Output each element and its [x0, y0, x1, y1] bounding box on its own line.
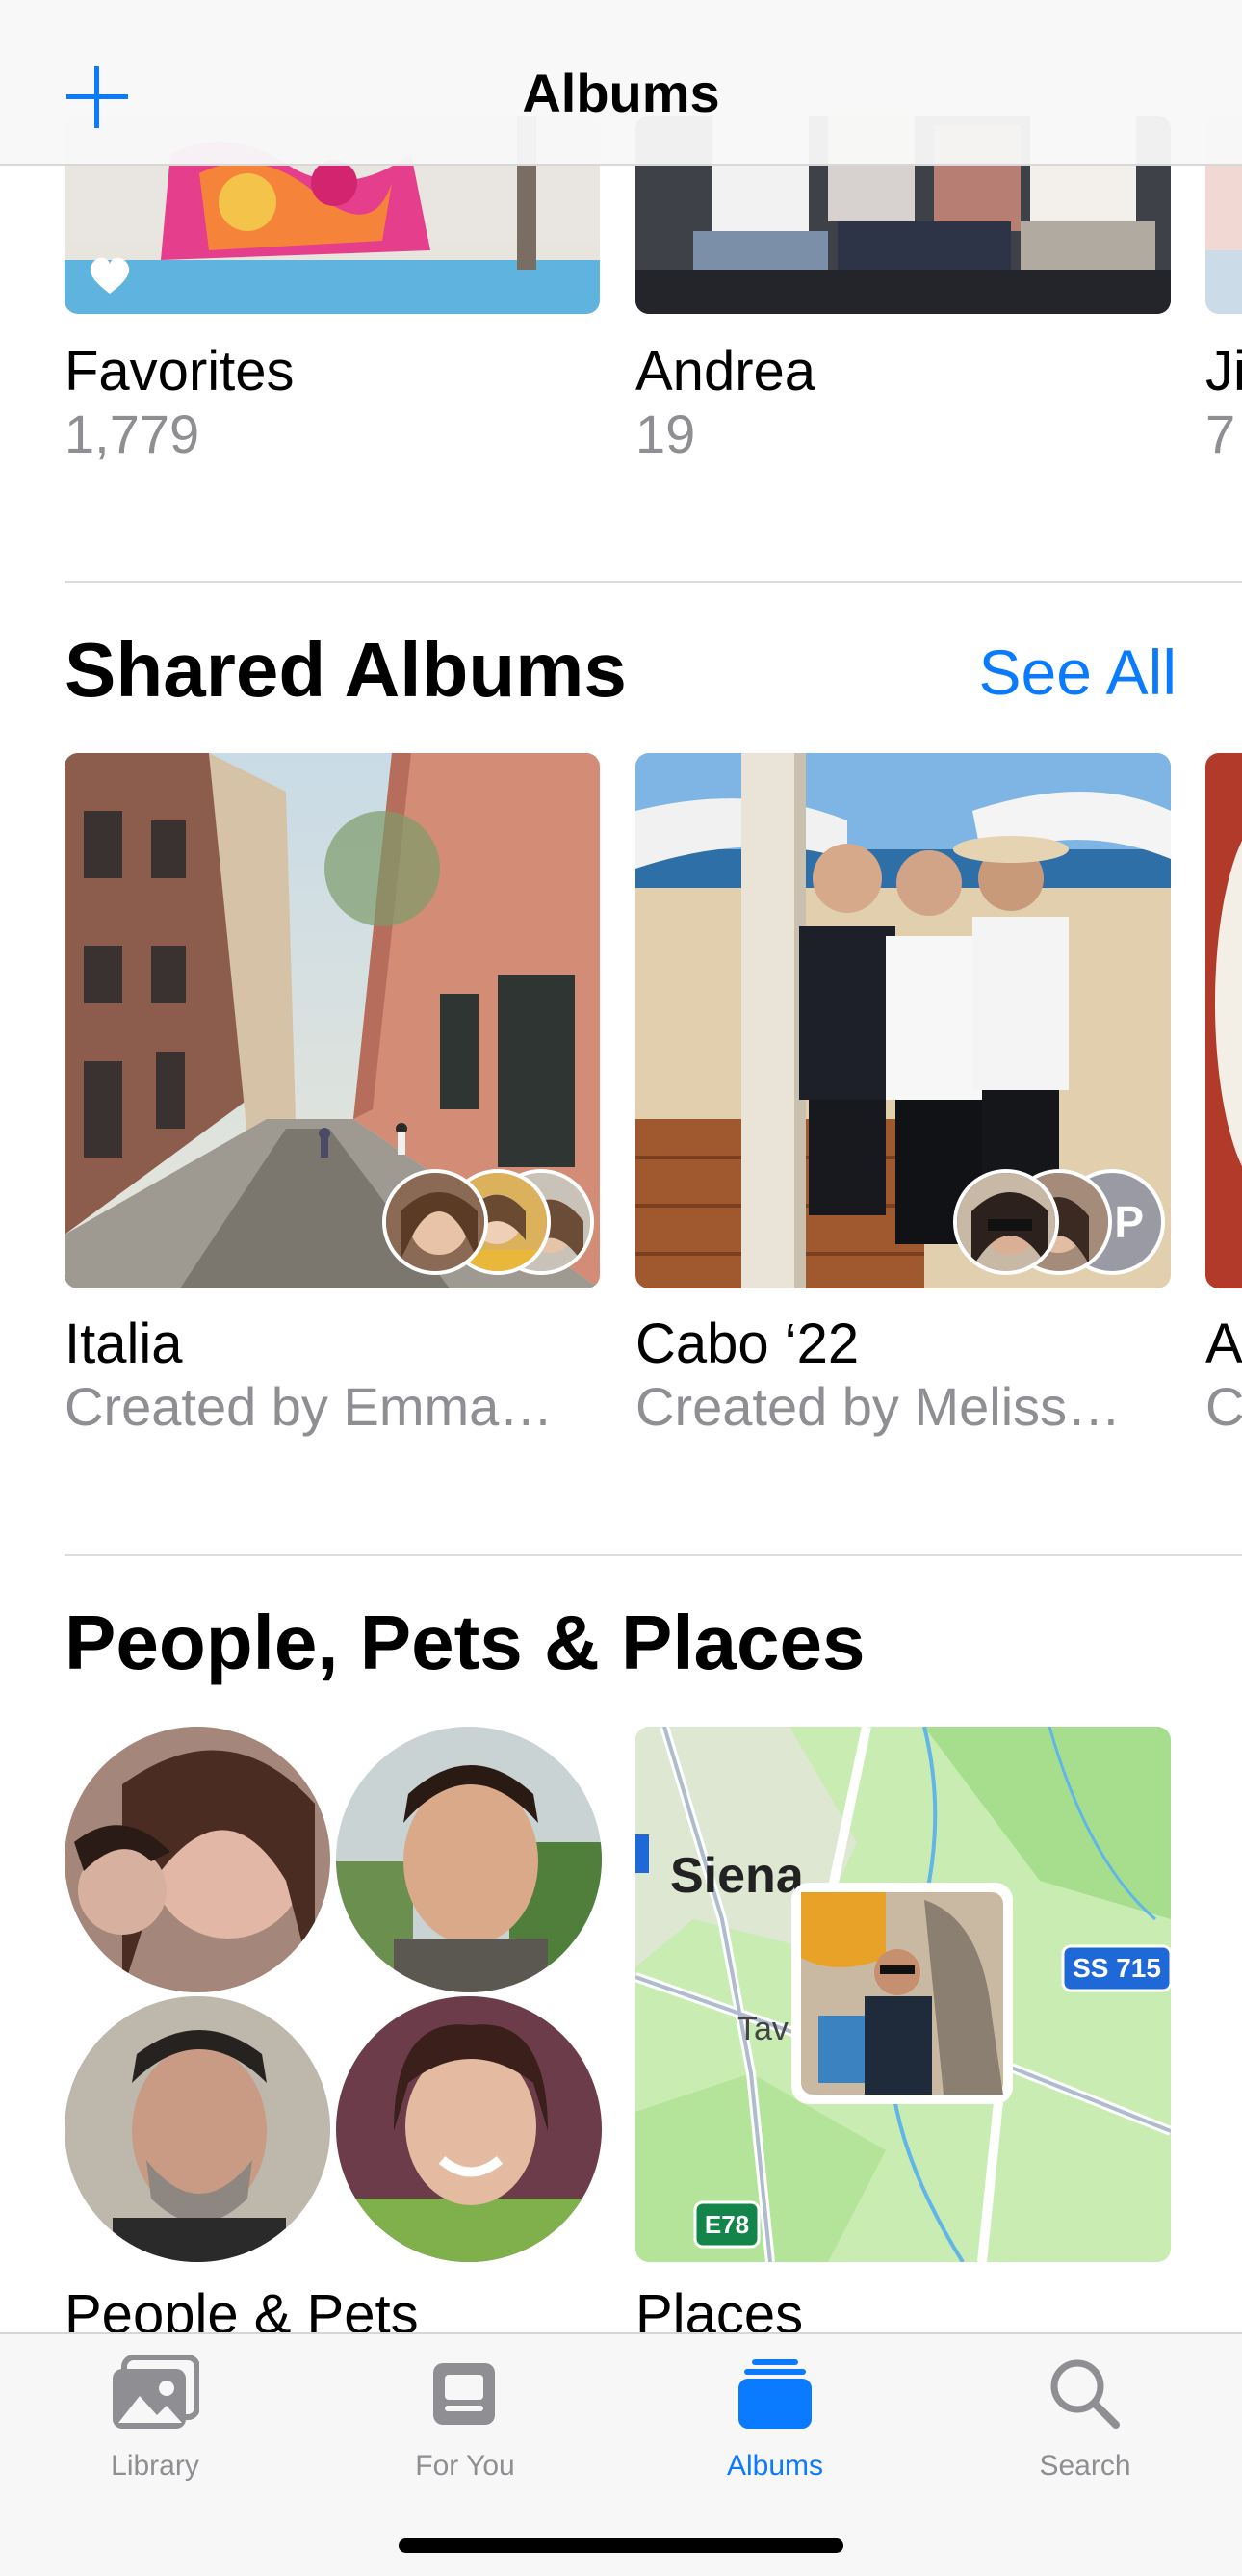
page-title: Albums — [522, 63, 720, 123]
album-count-favorites: 1,779 — [65, 403, 200, 464]
avatar — [953, 1169, 1059, 1275]
tab-library-label: Library — [111, 2450, 199, 2482]
shared-album-third[interactable] — [1205, 753, 1242, 1288]
road-label-ss715: SS 715 — [1073, 1953, 1161, 1983]
person-face[interactable] — [65, 1996, 330, 2262]
tab-albums-label: Albums — [726, 2450, 824, 2482]
shared-album-subtitle-cabo: Created by Meliss… — [635, 1376, 1122, 1437]
person-face[interactable] — [65, 1727, 330, 1992]
album-count-third: 7 — [1205, 403, 1236, 464]
tab-search-label: Search — [1039, 2450, 1131, 2482]
album-title-favorites: Favorites — [65, 340, 295, 403]
tab-for-you[interactable]: For You — [310, 2334, 620, 2508]
see-all-button[interactable]: See All — [979, 636, 1177, 709]
tab-library[interactable]: Library — [0, 2334, 310, 2508]
shared-album-title-cabo: Cabo ‘22 — [635, 1313, 860, 1375]
nav-bar: Albums — [0, 0, 1242, 166]
tab-albums[interactable]: Albums — [620, 2334, 930, 2508]
shared-album-subtitle-italia: Created by Emma… — [65, 1376, 554, 1437]
tab-search[interactable]: Search — [930, 2334, 1240, 2508]
road-label-e78: E78 — [705, 2210, 749, 2239]
home-indicator[interactable] — [399, 2538, 843, 2553]
albums-icon — [738, 2359, 812, 2429]
album-title-third: Ji — [1205, 340, 1242, 403]
shared-album-cabo[interactable]: P — [635, 753, 1171, 1288]
shared-album-title-italia: Italia — [65, 1313, 183, 1375]
road-sign-e78: E78 — [693, 2200, 761, 2249]
album-title-andrea: Andrea — [635, 340, 816, 403]
search-icon — [1050, 2359, 1120, 2429]
section-divider — [65, 581, 1242, 583]
person-face[interactable] — [336, 1996, 602, 2262]
album-count-andrea: 19 — [635, 403, 696, 464]
tab-for-you-label: For You — [415, 2450, 515, 2482]
people-pets-tile[interactable] — [65, 1727, 602, 2262]
shared-album-title-third: A — [1205, 1313, 1242, 1375]
shared-album-subtitle-third: C — [1205, 1376, 1242, 1437]
for-you-icon — [433, 2363, 495, 2425]
people-pets-places-heading: People, Pets & Places — [65, 1600, 866, 1685]
road-sign-ss715: SS 715 — [1061, 1944, 1171, 1992]
person-face[interactable] — [336, 1727, 602, 1992]
photos-icon — [113, 2355, 199, 2429]
section-divider — [65, 1554, 1242, 1556]
shared-albums-heading: Shared Albums — [65, 627, 627, 713]
avatar — [382, 1169, 488, 1275]
places-map-tile[interactable]: Siena Tav SS 715 E78 — [635, 1727, 1171, 2262]
photo-pin — [791, 1883, 1013, 2104]
avatar-initial-letter: P — [1114, 1197, 1144, 1247]
shared-album-italia[interactable] — [65, 753, 600, 1288]
map-label-city: Siena — [670, 1848, 805, 1904]
map-label-town: Tav — [737, 2011, 789, 2047]
